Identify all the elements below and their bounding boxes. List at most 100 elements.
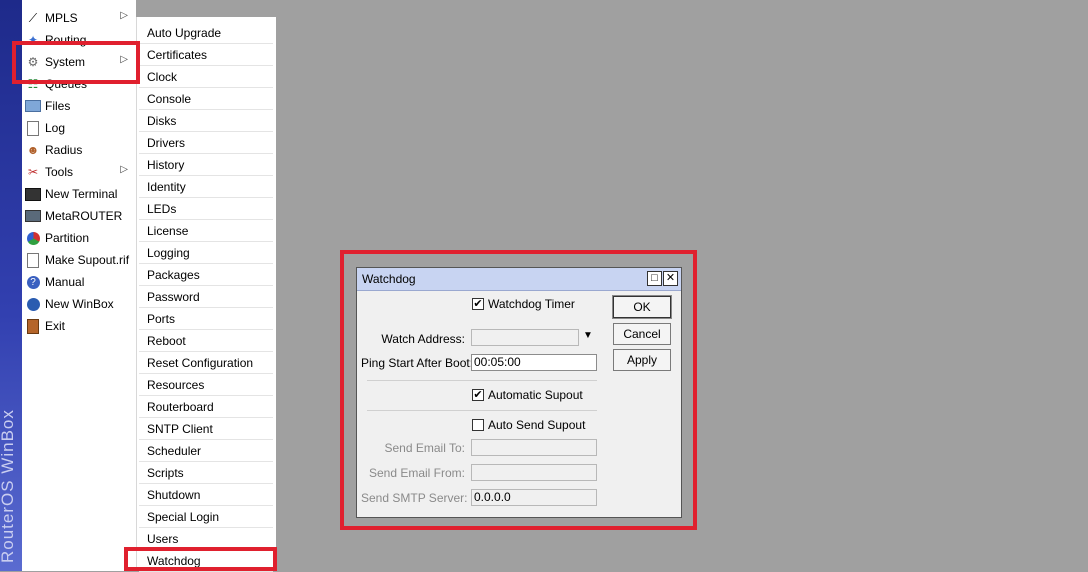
submenu-item-leds[interactable]: LEDs	[139, 198, 273, 220]
submenu-item-ports[interactable]: Ports	[139, 308, 273, 330]
mpls-icon: ⟋	[28, 11, 38, 25]
submenu-item-label: Console	[147, 91, 192, 106]
auto-send-supout-label: Auto Send Supout	[488, 418, 586, 432]
menu-item-label: MetaROUTER	[45, 209, 123, 223]
submenu-item-resources[interactable]: Resources	[139, 374, 273, 396]
ping-start-field[interactable]: 00:05:00	[471, 354, 597, 371]
submenu-item-drivers[interactable]: Drivers	[139, 132, 273, 154]
submenu-item-scheduler[interactable]: Scheduler	[139, 440, 273, 462]
tools-icon: ✂	[27, 165, 39, 179]
menu-item-label: New Terminal	[45, 187, 118, 201]
submenu-item-label: Reset Configuration	[147, 355, 254, 370]
menu-item-queues[interactable]: ☷ Queues	[22, 73, 136, 95]
menu-item-mpls[interactable]: ⟋ MPLS ▷	[22, 7, 136, 29]
submenu-arrow-icon: ▷	[120, 54, 128, 65]
menu-item-metarouter[interactable]: MetaROUTER	[22, 205, 136, 227]
submenu-item-label: Disks	[147, 113, 177, 128]
dropdown-arrow-icon[interactable]: ▼	[583, 330, 593, 341]
submenu-item-label: Reboot	[147, 333, 186, 348]
submenu-item-auto-upgrade[interactable]: Auto Upgrade	[139, 22, 273, 44]
menu-item-label: Log	[45, 121, 66, 135]
submenu-item-disks[interactable]: Disks	[139, 110, 273, 132]
cancel-button[interactable]: Cancel	[613, 323, 671, 345]
submenu-item-clock[interactable]: Clock	[139, 66, 273, 88]
automatic-supout-checkbox[interactable]: ✔	[472, 389, 484, 401]
send-email-from-label: Send Email From:	[368, 466, 465, 480]
submenu-item-label: Resources	[147, 377, 205, 392]
send-email-to-label: Send Email To:	[384, 441, 466, 455]
submenu-item-label: Password	[147, 289, 200, 304]
submenu-item-label: Special Login	[147, 509, 220, 524]
submenu-item-license[interactable]: License	[139, 220, 273, 242]
exit-icon	[25, 318, 41, 334]
submenu-item-watchdog[interactable]: Watchdog	[139, 550, 273, 572]
submenu-item-console[interactable]: Console	[139, 88, 273, 110]
menu-item-partition[interactable]: Partition	[22, 227, 136, 249]
log-icon	[25, 120, 41, 136]
submenu-item-certificates[interactable]: Certificates	[139, 44, 273, 66]
watch-address-label: Watch Address:	[381, 332, 465, 346]
send-email-from-field[interactable]	[471, 464, 597, 481]
submenu-item-label: License	[147, 223, 189, 238]
help-icon: ?	[25, 274, 41, 290]
submenu-item-reboot[interactable]: Reboot	[139, 330, 273, 352]
menu-item-files[interactable]: Files	[22, 95, 136, 117]
submenu-item-history[interactable]: History	[139, 154, 273, 176]
supout-icon	[25, 252, 41, 268]
submenu-item-packages[interactable]: Packages	[139, 264, 273, 286]
menu-item-log[interactable]: Log	[22, 117, 136, 139]
apply-button[interactable]: Apply	[613, 349, 671, 371]
submenu-item-special-login[interactable]: Special Login	[139, 506, 273, 528]
submenu-item-sntp-client[interactable]: SNTP Client	[139, 418, 273, 440]
send-email-to-field[interactable]	[471, 439, 597, 456]
close-icon[interactable]: ✕	[663, 271, 678, 286]
ok-button[interactable]: OK	[612, 295, 672, 319]
menu-item-new-winbox[interactable]: New WinBox	[22, 293, 136, 315]
watchdog-timer-checkbox[interactable]: ✔	[472, 298, 484, 310]
menu-item-system[interactable]: ⚙ System ▷	[22, 51, 136, 73]
submenu-item-label: Clock	[147, 69, 178, 84]
submenu-item-scripts[interactable]: Scripts	[139, 462, 273, 484]
submenu-item-label: LEDs	[147, 201, 177, 216]
send-smtp-server-field[interactable]: 0.0.0.0	[471, 489, 597, 506]
menu-item-radius[interactable]: ☻ Radius	[22, 139, 136, 161]
watchdog-dialog: Watchdog □ ✕ ✔ Watchdog Timer Watch Addr…	[356, 267, 682, 518]
brand-text: RouterOS WinBox	[0, 409, 17, 563]
submenu-item-reset-configuration[interactable]: Reset Configuration	[139, 352, 273, 374]
submenu-item-label: Identity	[147, 179, 186, 194]
menu-item-label: System	[45, 55, 86, 69]
menu-item-make-supout[interactable]: Make Supout.rif	[22, 249, 136, 271]
submenu-item-label: Shutdown	[147, 487, 201, 502]
submenu-item-password[interactable]: Password	[139, 286, 273, 308]
submenu-item-label: Routerboard	[147, 399, 214, 414]
restore-icon[interactable]: □	[647, 271, 662, 286]
system-submenu: Auto Upgrade Certificates Clock Console …	[136, 17, 276, 572]
menu-item-tools[interactable]: ✂ Tools ▷	[22, 161, 136, 183]
dialog-title-bar[interactable]: Watchdog □ ✕	[357, 268, 681, 291]
submenu-item-label: Users	[147, 531, 179, 546]
automatic-supout-label: Automatic Supout	[488, 388, 583, 402]
menu-item-label: MPLS	[45, 11, 78, 25]
terminal-icon	[25, 186, 41, 202]
submenu-item-users[interactable]: Users	[139, 528, 273, 550]
watchdog-timer-label: Watchdog Timer	[488, 297, 575, 311]
menu-item-manual[interactable]: ? Manual	[22, 271, 136, 293]
menu-item-new-terminal[interactable]: New Terminal	[22, 183, 136, 205]
menu-item-label: Make Supout.rif	[45, 253, 130, 267]
submenu-item-shutdown[interactable]: Shutdown	[139, 484, 273, 506]
submenu-item-label: SNTP Client	[147, 421, 213, 436]
watch-address-field[interactable]	[471, 329, 579, 346]
submenu-item-label: History	[147, 157, 185, 172]
metarouter-icon	[25, 208, 41, 224]
menu-item-exit[interactable]: Exit	[22, 315, 136, 337]
submenu-item-routerboard[interactable]: Routerboard	[139, 396, 273, 418]
brand-strip: RouterOS WinBox	[0, 0, 22, 571]
submenu-item-identity[interactable]: Identity	[139, 176, 273, 198]
menu-item-routing[interactable]: ✦ Routing	[22, 29, 136, 51]
menu-item-label: Exit	[45, 319, 66, 333]
submenu-item-label: Packages	[147, 267, 200, 282]
divider	[367, 410, 597, 411]
queues-icon: ☷	[27, 77, 39, 91]
submenu-item-logging[interactable]: Logging	[139, 242, 273, 264]
auto-send-supout-checkbox[interactable]	[472, 419, 484, 431]
